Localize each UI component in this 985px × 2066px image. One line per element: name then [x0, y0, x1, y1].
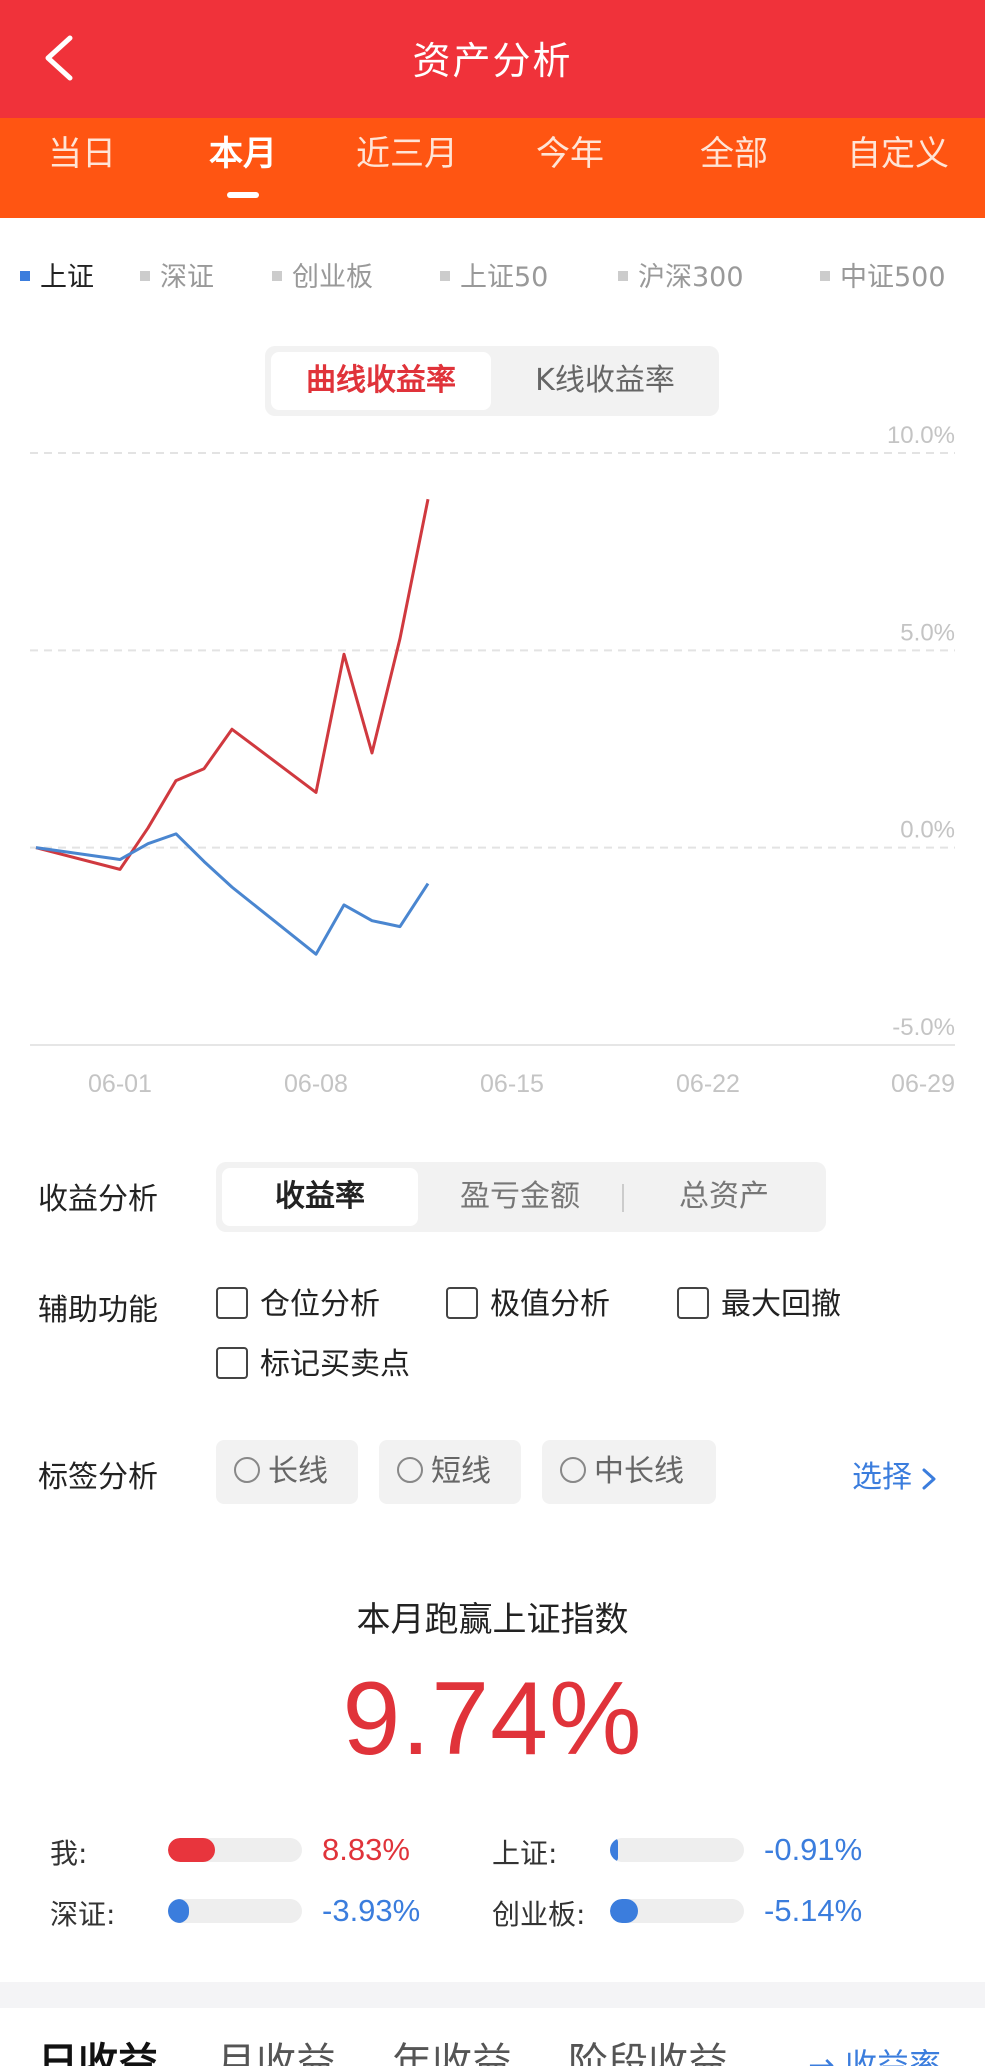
tab-custom[interactable]: 自定义: [816, 118, 980, 218]
tab-yearly-income[interactable]: 年收益: [392, 2030, 512, 2066]
cmp-bar-cyb: [610, 1899, 744, 1923]
legend-square-icon: [272, 270, 282, 281]
cmp-value-sh: -0.91%: [764, 1832, 863, 1867]
index-sh[interactable]: 上证: [20, 256, 94, 300]
tab-this-year[interactable]: 今年: [488, 118, 652, 218]
income-analysis-segment: 收益率 盈亏金额 总资产: [216, 1162, 826, 1232]
y-tick-label: 10.0%: [887, 422, 955, 449]
checkbox-icon: [446, 1286, 478, 1319]
checkbox-extreme-analysis[interactable]: 极值分析: [446, 1285, 610, 1325]
checkbox-position-analysis[interactable]: 仓位分析: [216, 1285, 380, 1325]
index-zz500[interactable]: 中证500: [820, 256, 946, 300]
tab-period-income[interactable]: 阶段收益: [568, 2030, 728, 2066]
income-analysis-label: 收益分析: [38, 1182, 158, 1217]
series-line-index: [35, 832, 430, 956]
checkbox-mark-trades[interactable]: 标记买卖点: [216, 1345, 410, 1385]
cmp-value-cyb: -5.14%: [764, 1893, 863, 1928]
cmp-label-cyb: 创业板:: [492, 1898, 586, 1931]
seg-profit-amount[interactable]: 盈亏金额: [422, 1168, 618, 1226]
tag-long-term[interactable]: 长线: [216, 1440, 358, 1504]
tag-analysis-label: 标签分析: [38, 1460, 158, 1495]
legend-square-icon: [140, 270, 150, 281]
legend-square-icon: [440, 270, 450, 281]
return-rate-link[interactable]: → 收益率: [808, 2040, 941, 2066]
x-tick-label: 06-01: [88, 1070, 152, 1098]
seg-total-assets[interactable]: 总资产: [626, 1168, 822, 1226]
tab-today[interactable]: 当日: [0, 118, 164, 218]
checkbox-max-drawdown[interactable]: 最大回撤: [677, 1285, 841, 1325]
cmp-bar-fill: [168, 1899, 189, 1923]
legend-square-icon: [20, 270, 30, 281]
cmp-value-me: 8.83%: [322, 1832, 410, 1867]
cmp-value-sz: -3.93%: [322, 1893, 421, 1928]
series-line-mine: [35, 498, 430, 871]
result-value: 9.74%: [342, 1661, 643, 1777]
radio-icon: [397, 1456, 423, 1483]
page-title: 资产分析: [412, 39, 573, 83]
tag-short-term[interactable]: 短线: [379, 1440, 521, 1504]
legend-square-icon: [820, 270, 830, 281]
section-divider: [0, 1982, 985, 2008]
cmp-bar-sz: [168, 1899, 302, 1923]
tab-daily-income[interactable]: 日收益: [38, 2030, 158, 2066]
y-tick-label: 5.0%: [900, 619, 955, 646]
index-cyb[interactable]: 创业板: [272, 256, 373, 300]
cmp-bar-fill: [610, 1899, 638, 1923]
cmp-label-sh: 上证:: [492, 1837, 558, 1870]
cmp-label-me: 我:: [50, 1837, 88, 1870]
cmp-bar-me: [168, 1838, 302, 1862]
curve-return-button[interactable]: 曲线收益率: [271, 352, 491, 410]
index-sz50[interactable]: 上证50: [440, 256, 548, 300]
checkbox-icon: [216, 1346, 248, 1379]
radio-icon: [234, 1456, 260, 1483]
y-tick-label: -5.0%: [892, 1014, 955, 1041]
cmp-bar-fill: [610, 1838, 618, 1862]
return-chart: 10.0% 5.0% 0.0% -5.0% 06-01 06-08 06-15 06-22 06…: [30, 422, 955, 1098]
segment-divider: [622, 1184, 624, 1212]
cmp-bar-fill: [168, 1838, 215, 1862]
index-sz[interactable]: 深证: [140, 256, 214, 300]
index-hs300[interactable]: 沪深300: [618, 256, 744, 300]
kline-return-button[interactable]: K线收益率: [495, 352, 715, 410]
cmp-bar-sh: [610, 1838, 744, 1862]
radio-icon: [560, 1456, 586, 1483]
x-tick-label: 06-22: [676, 1070, 740, 1098]
header: 资产分析: [0, 0, 985, 118]
x-tick-label: 06-15: [480, 1070, 544, 1098]
checkbox-icon: [216, 1286, 248, 1319]
legend-square-icon: [618, 270, 628, 281]
chevron-right-icon: [922, 1468, 936, 1489]
select-tag-link[interactable]: 选择: [852, 1452, 940, 1496]
tab-all[interactable]: 全部: [652, 118, 816, 218]
cmp-label-sz: 深证:: [50, 1898, 116, 1931]
chart-mode-toggle: 曲线收益率 K线收益率: [265, 346, 719, 416]
result-title: 本月跑赢上证指数: [356, 1600, 629, 1640]
period-tab-bar: 当日 本月 近三月 今年 全部 自定义: [0, 118, 985, 218]
seg-return-rate[interactable]: 收益率: [222, 1168, 418, 1226]
aux-label: 辅助功能: [38, 1293, 158, 1328]
index-selector: 上证 深证 创业板 上证50 沪深300 中证500: [0, 256, 985, 300]
tab-this-month[interactable]: 本月: [161, 118, 325, 218]
checkbox-icon: [677, 1286, 709, 1319]
tab-three-months[interactable]: 近三月: [325, 118, 489, 218]
y-tick-label: 0.0%: [900, 817, 955, 844]
tag-mid-long-term[interactable]: 中长线: [542, 1440, 716, 1504]
x-tick-label: 06-08: [284, 1070, 348, 1098]
x-tick-label: 06-29: [891, 1070, 955, 1098]
tab-monthly-income[interactable]: 月收益: [216, 2030, 336, 2066]
